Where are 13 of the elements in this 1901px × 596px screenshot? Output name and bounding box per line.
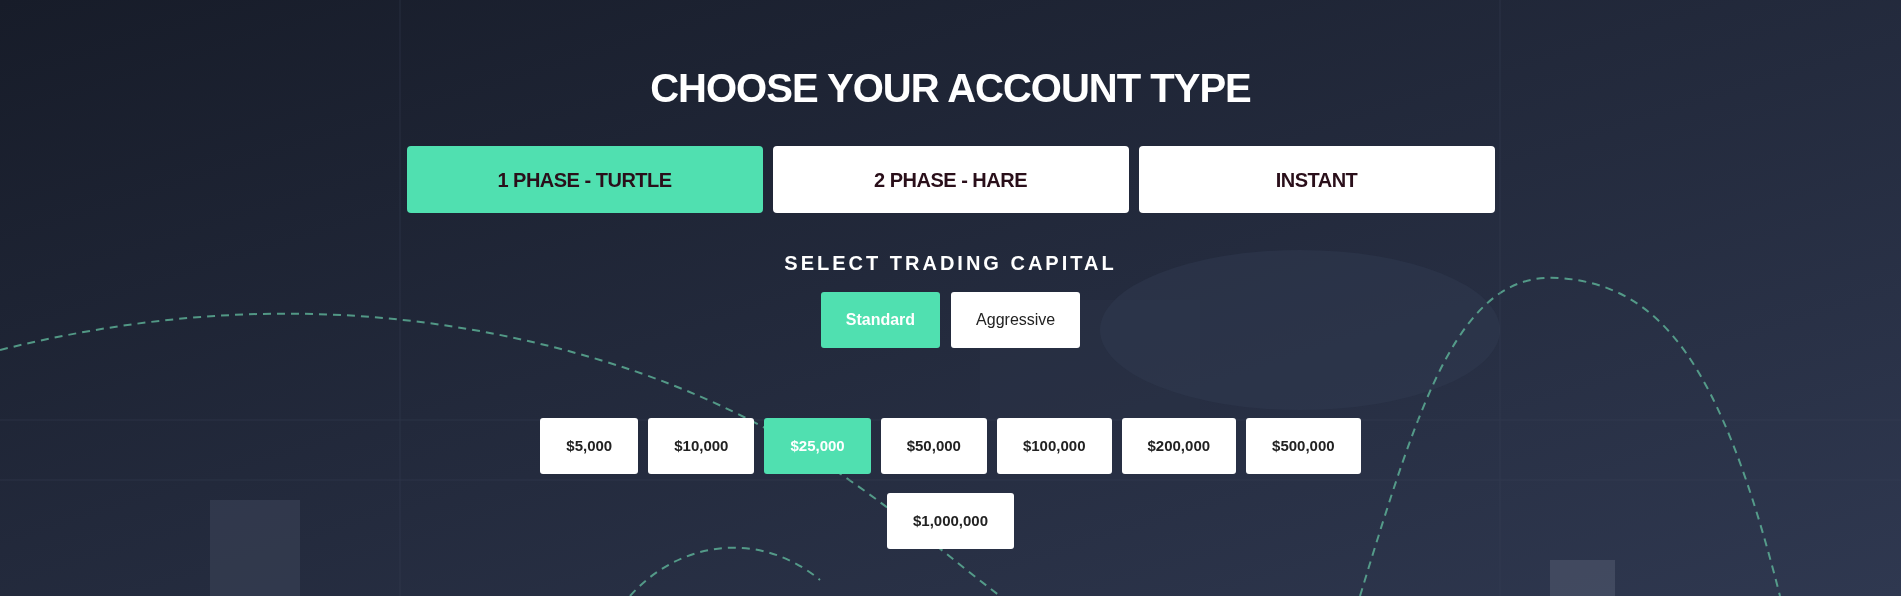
section-heading: SELECT TRADING CAPITAL [784,251,1117,276]
page-title: CHOOSE YOUR ACCOUNT TYPE [650,65,1251,112]
amount-button[interactable]: $500,000 [1246,418,1361,474]
amount-button[interactable]: $1,000,000 [886,493,1015,549]
account-type-tab[interactable]: 2 PHASE - HARE [772,146,1129,213]
mode-button[interactable]: Aggressive [951,292,1081,348]
amount-button[interactable]: $10,000 [648,418,755,474]
amount-button[interactable]: $100,000 [996,418,1112,474]
amount-button[interactable]: $200,000 [1121,418,1237,474]
amount-button[interactable]: $50,000 [880,418,987,474]
account-type-tab[interactable]: INSTANT [1138,146,1495,213]
account-type-tab[interactable]: 1 PHASE - TURTLE [406,146,763,213]
amount-button[interactable]: $5,000 [540,418,639,474]
